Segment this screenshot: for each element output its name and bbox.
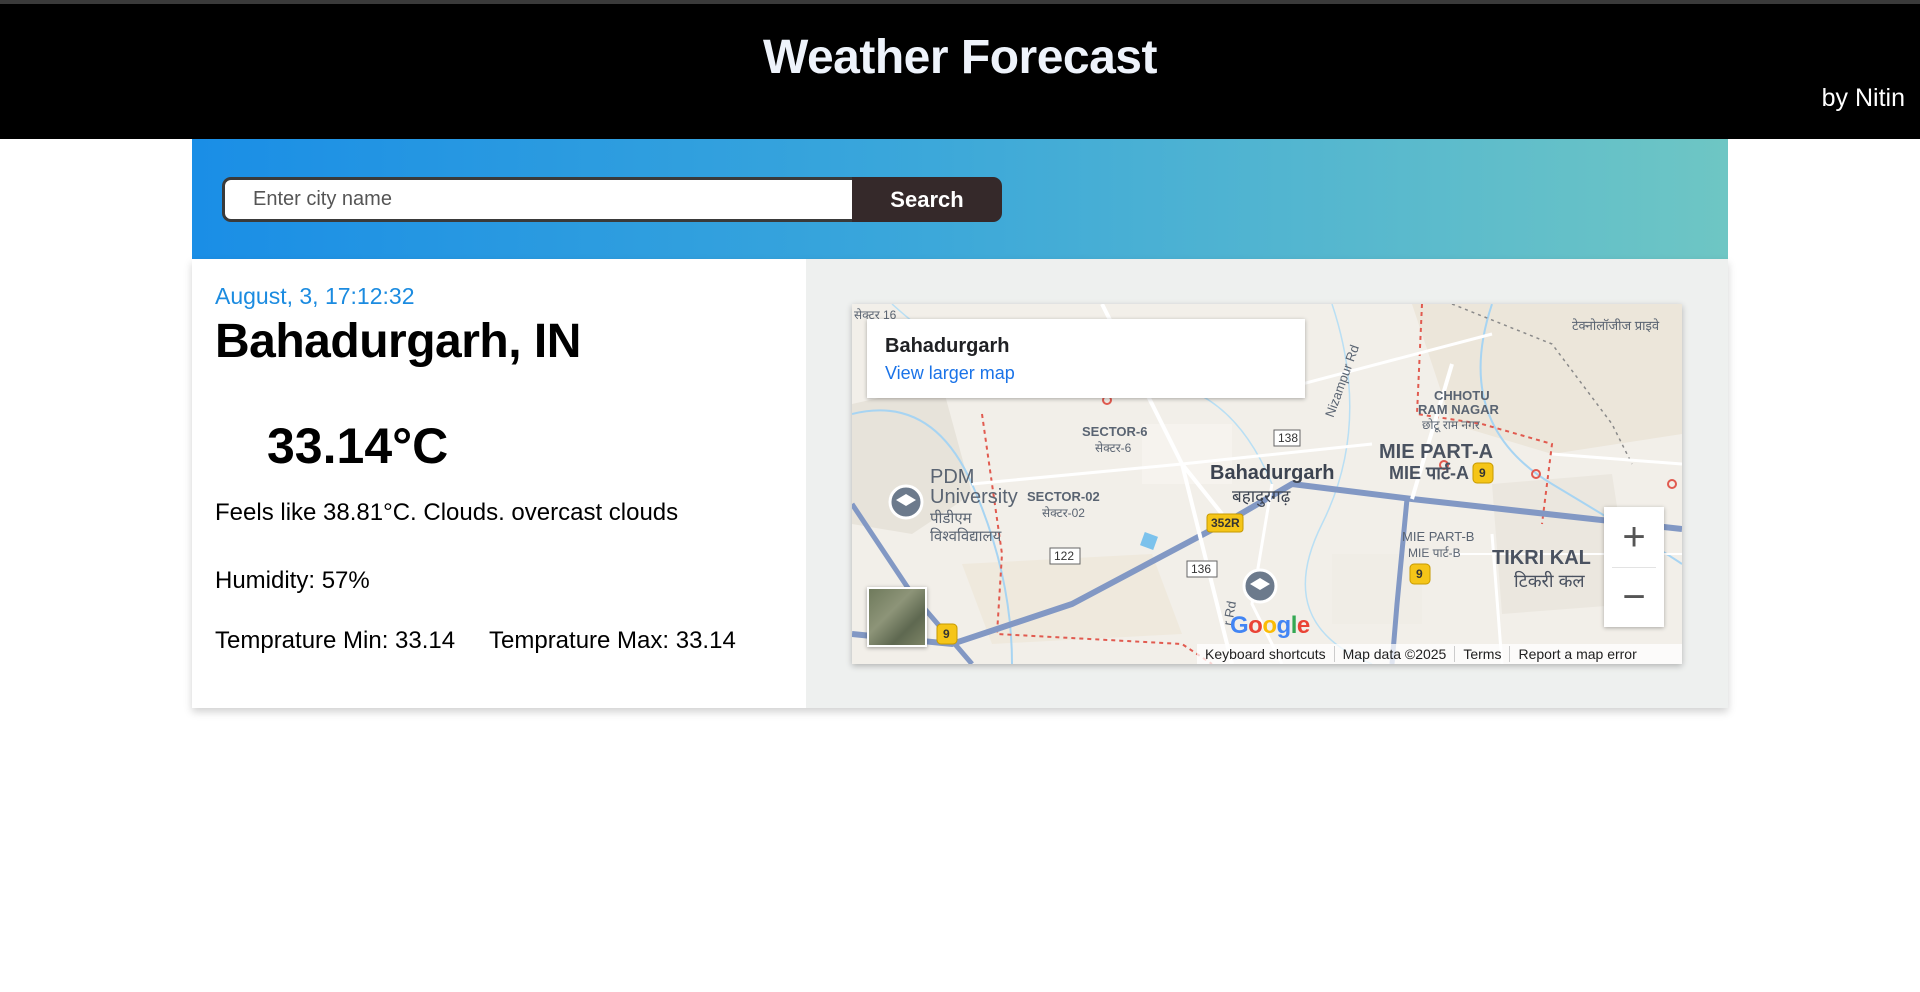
map-label-ram-nagar: RAM NAGAR bbox=[1418, 402, 1499, 417]
map-label-mie-b-hindi: MIE पार्ट-B bbox=[1408, 546, 1461, 560]
route-label-352r: 352R bbox=[1211, 516, 1240, 530]
location-name: Bahadurgarh, IN bbox=[215, 315, 581, 368]
weather-description: Feels like 38.81°C. Clouds. overcast clo… bbox=[215, 499, 679, 526]
google-logo-letter: o bbox=[1262, 612, 1277, 639]
map-label-university: University bbox=[930, 486, 1018, 508]
site-header: Weather Forecast by Nitin bbox=[0, 4, 1920, 139]
temperature-min: Temprature Min: 33.14 bbox=[215, 627, 456, 654]
date-time: August, 3, 17:12:32 bbox=[215, 283, 415, 309]
satellite-toggle[interactable] bbox=[867, 587, 927, 647]
map-label-sector6-hindi: सेक्टर-6 bbox=[1095, 441, 1132, 455]
weather-details-panel: August, 3, 17:12:32 Bahadurgarh, IN 33.1… bbox=[192, 259, 806, 708]
terms-link[interactable]: Terms bbox=[1454, 646, 1509, 662]
map-label-tikri-hindi: टिकरी कल bbox=[1514, 571, 1585, 591]
map-data-attribution: Map data ©2025 bbox=[1333, 646, 1455, 662]
author-byline: by Nitin bbox=[1821, 84, 1905, 112]
google-logo-letter: o bbox=[1248, 612, 1263, 639]
map-label-pdm-hindi: पीडीएम bbox=[930, 510, 972, 527]
map-label-city-hindi: बहादुरगढ़ bbox=[1232, 487, 1291, 506]
zoom-out-button[interactable]: − bbox=[1604, 567, 1664, 627]
map-label-city: Bahadurgarh bbox=[1210, 462, 1335, 484]
google-logo-letter: G bbox=[1230, 612, 1249, 639]
map-label-tikri: TIKRI KAL bbox=[1492, 547, 1591, 569]
route-label-122: 122 bbox=[1054, 549, 1075, 563]
map-label-sector02-hindi: सेक्टर-02 bbox=[1042, 506, 1085, 520]
route-label-9-south: 9 bbox=[1416, 567, 1423, 581]
current-temperature: 33.14°C bbox=[267, 418, 449, 474]
search-button[interactable]: Search bbox=[852, 177, 1002, 222]
map-label-sector02: SECTOR-02 bbox=[1027, 489, 1100, 504]
temperature-max: Temprature Max: 33.14 bbox=[489, 627, 736, 654]
map-label-mie-b: MIE PART-B bbox=[1402, 529, 1475, 544]
route-label-9-east: 9 bbox=[1479, 466, 1486, 480]
humidity: Humidity: 57% bbox=[215, 567, 370, 594]
map-info-box: Bahadurgarh View larger map bbox=[867, 319, 1305, 398]
route-label-138: 138 bbox=[1278, 431, 1299, 445]
google-logo-letter: e bbox=[1296, 612, 1310, 639]
google-logo: Google bbox=[1230, 612, 1310, 640]
map-footer: Keyboard shortcuts Map data ©2025 Terms … bbox=[1197, 644, 1682, 664]
search-bar: Search bbox=[192, 139, 1728, 259]
map-label-university-hindi: विश्वविद्यालय bbox=[930, 528, 1002, 545]
city-search-input[interactable] bbox=[222, 177, 852, 222]
embedded-map[interactable]: सेक्टर 16 SECTOR-6 सेक्टर-6 PDM Universi… bbox=[852, 304, 1682, 664]
map-panel: सेक्टर 16 SECTOR-6 सेक्टर-6 PDM Universi… bbox=[806, 259, 1728, 708]
map-label-chhotu-hindi: छोटू राम नगर bbox=[1422, 418, 1480, 432]
route-label-136: 136 bbox=[1191, 562, 1212, 576]
zoom-in-button[interactable]: + bbox=[1604, 507, 1664, 567]
map-label-mie-a-hindi: MIE पार्ट-A bbox=[1389, 463, 1469, 483]
map-zoom-controls: + − bbox=[1604, 507, 1664, 627]
weather-card: August, 3, 17:12:32 Bahadurgarh, IN 33.1… bbox=[192, 259, 1728, 708]
report-map-error-link[interactable]: Report a map error bbox=[1509, 646, 1644, 662]
page-title: Weather Forecast bbox=[763, 31, 1157, 84]
route-label-9-west: 9 bbox=[943, 627, 950, 641]
map-label-technologies: टेक्नोलॉजीज प्राइवे bbox=[1572, 318, 1660, 333]
map-place-name: Bahadurgarh bbox=[885, 335, 1010, 357]
keyboard-shortcuts-link[interactable]: Keyboard shortcuts bbox=[1197, 646, 1334, 662]
view-larger-map-link[interactable]: View larger map bbox=[885, 363, 1015, 384]
google-logo-letter: g bbox=[1276, 612, 1292, 639]
map-label-chhotu: CHHOTU bbox=[1434, 388, 1490, 403]
map-label-sector6: SECTOR-6 bbox=[1082, 424, 1148, 439]
